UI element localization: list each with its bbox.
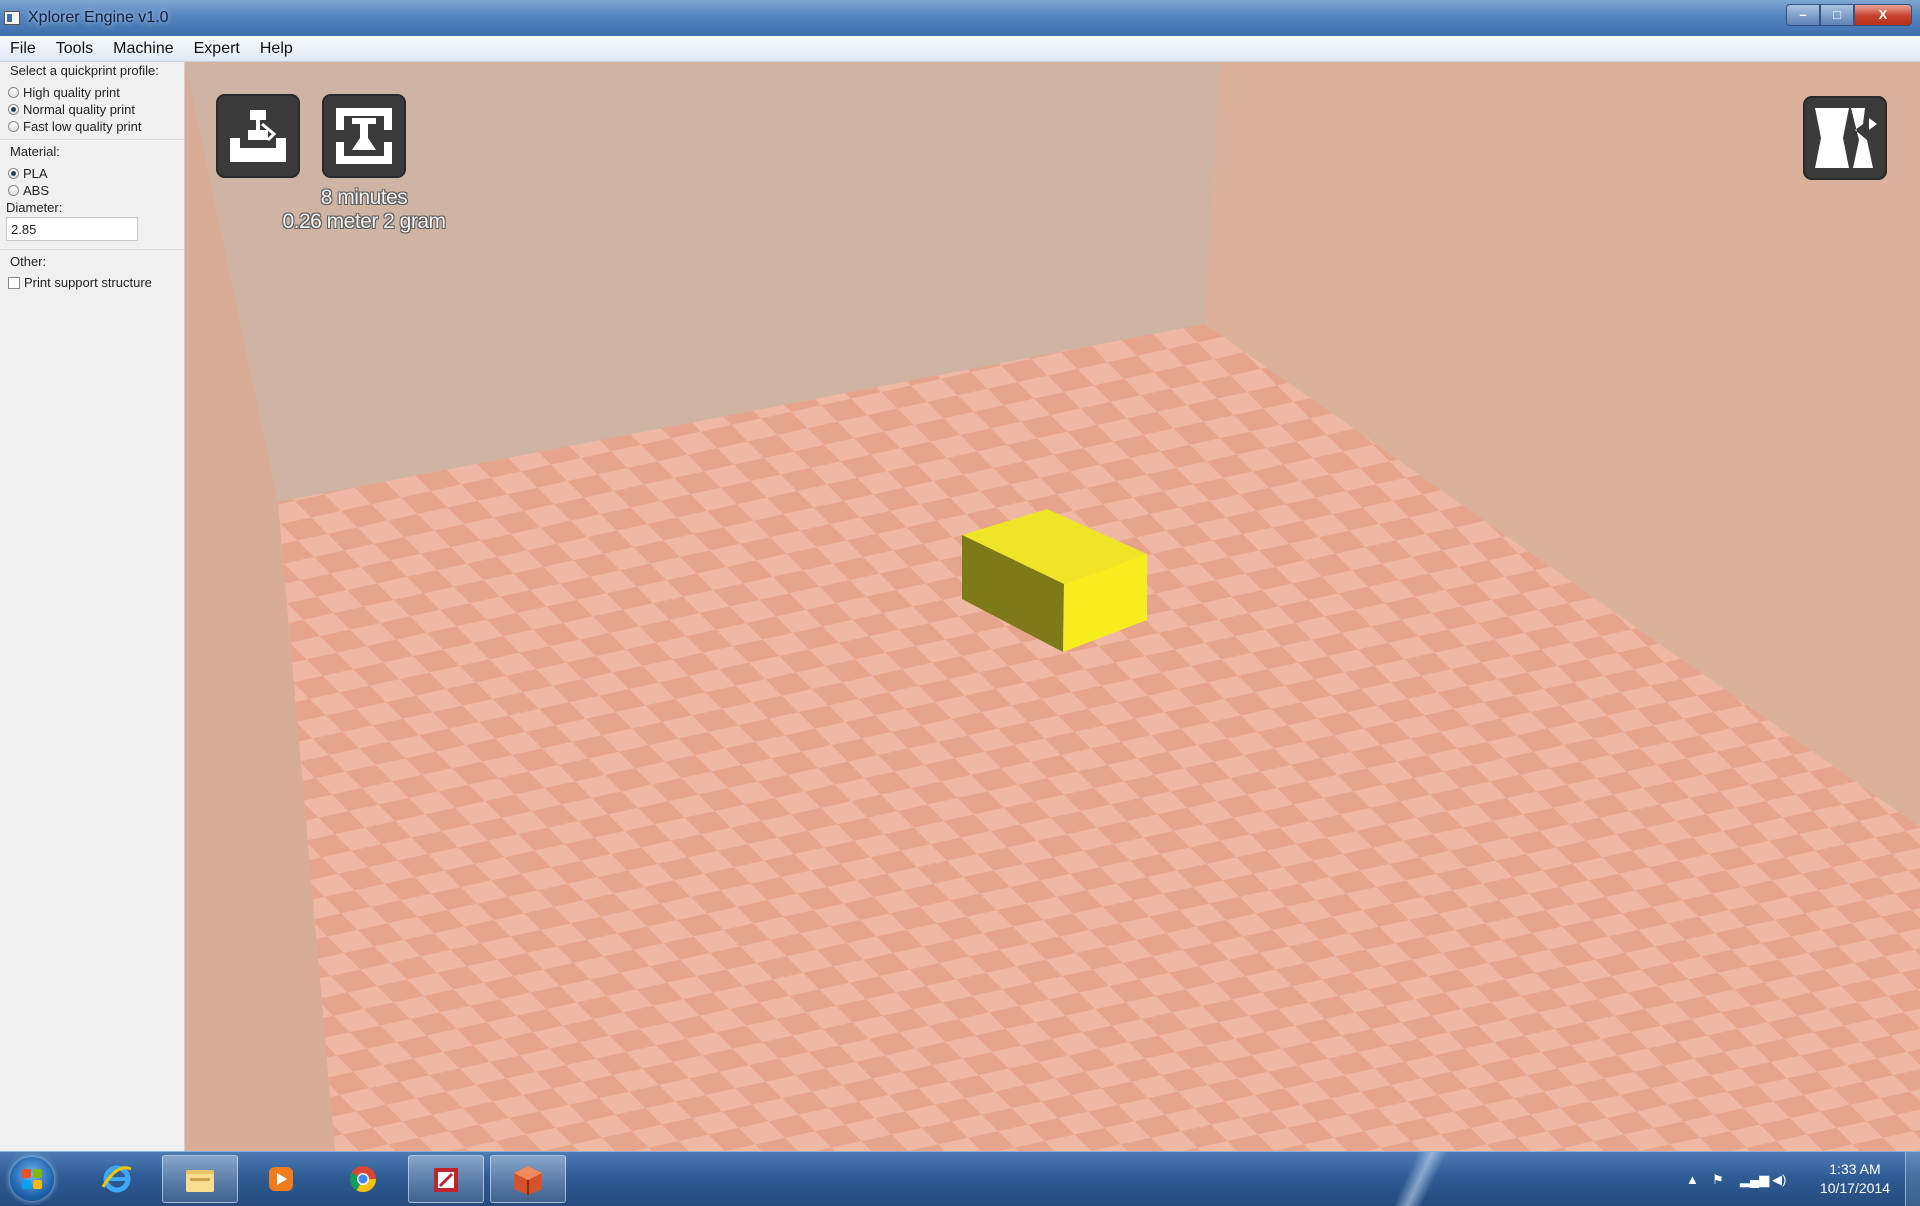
volume-icon[interactable]: ◀) [1772,1172,1786,1188]
taskbar: ▲ ⚑ ▂▄▆ ◀) 1:33 AM 10/17/2014 [0,1151,1920,1206]
taskbar-xplorer-engine[interactable] [490,1155,566,1203]
file-explorer-icon [186,1170,214,1192]
load-model-button[interactable] [216,94,300,178]
diameter-label: Diameter: [6,200,63,215]
profile-option-label: Fast low quality print [23,119,142,134]
action-center-flag-icon[interactable]: ⚑ [1712,1172,1724,1188]
clock-time: 1:33 AM [1829,1161,1881,1177]
menu-file[interactable]: File [0,36,46,61]
divider [0,249,184,250]
clock-date: 10/17/2014 [1819,1180,1890,1196]
radio-button[interactable] [8,185,19,196]
profile-option-label: Normal quality print [23,102,135,117]
taskbar-highlight [1360,1152,1480,1206]
clock[interactable]: 1:33 AM 10/17/2014 [1820,1160,1890,1198]
radio-button[interactable] [8,87,19,98]
print-button[interactable] [322,94,406,178]
taskbar-file-explorer[interactable] [162,1155,238,1203]
taskbar-chrome[interactable] [326,1155,402,1203]
window-title: Xplorer Engine v1.0 [28,9,169,26]
view-mode-icon [1815,108,1877,168]
profile-option-label: High quality print [23,85,120,100]
profile-normal-quality[interactable]: Normal quality print [8,102,135,117]
internet-explorer-icon [101,1165,132,1193]
settings-panel: Select a quickprint profile: High qualit… [0,62,185,1151]
network-icon[interactable]: ▂▄▆ [1740,1172,1769,1188]
maximize-button[interactable]: □ [1820,4,1854,26]
other-label: Other: [10,254,47,269]
window-controls: – □ X [1786,4,1912,28]
material-pla[interactable]: PLA [8,166,48,181]
app-icon [4,11,20,25]
profile-label: Select a quickprint profile: [10,63,159,78]
menu-expert[interactable]: Expert [184,36,250,61]
close-button[interactable]: X [1854,4,1912,26]
material-option-label: PLA [23,166,48,181]
start-button[interactable] [10,1157,54,1201]
material-label: Material: [10,144,60,159]
print-time: 8 minutes [320,186,408,209]
system-tray: ▲ ⚑ ▂▄▆ ◀) 1:33 AM 10/17/2014 [1660,1152,1920,1206]
show-hidden-icons-icon[interactable]: ▲ [1686,1172,1699,1187]
material-option-label: ABS [23,183,50,198]
support-checkbox[interactable] [8,276,20,289]
menu-tools[interactable]: Tools [46,36,103,61]
radio-button[interactable] [8,104,19,115]
show-desktop-button[interactable] [1905,1152,1920,1206]
support-label: Print support structure [24,275,152,290]
print-material: 0.26 meter 2 gram [282,210,446,233]
profile-fast-low-quality[interactable]: Fast low quality print [8,119,142,134]
view-mode-button[interactable] [1803,96,1887,180]
title-bar: Xplorer Engine v1.0 – □ X [0,0,1920,37]
paint-app-icon [434,1168,458,1192]
xplorer-engine-icon [514,1166,542,1195]
menu-bar: File Tools Machine Expert Help [0,36,1920,62]
radio-button[interactable] [8,121,19,132]
radio-button[interactable] [8,168,19,179]
taskbar-media-player[interactable] [244,1155,320,1203]
support-structure-option[interactable]: Print support structure [8,275,152,290]
windows-logo-icon [22,1169,42,1189]
diameter-input[interactable] [6,217,138,241]
divider [0,139,184,140]
taskbar-paint-app[interactable] [408,1155,484,1203]
menu-help[interactable]: Help [250,36,303,61]
taskbar-internet-explorer[interactable] [80,1155,156,1203]
media-player-icon [269,1167,293,1191]
profile-high-quality[interactable]: High quality print [8,85,120,100]
chrome-icon [349,1166,377,1193]
load-icon [230,110,286,162]
minimize-button[interactable]: – [1786,4,1820,26]
print-icon [336,108,392,164]
menu-machine[interactable]: Machine [103,36,183,61]
3d-viewport[interactable]: 8 minutes 0.26 meter 2 gram [185,62,1920,1151]
material-abs[interactable]: ABS [8,183,49,198]
